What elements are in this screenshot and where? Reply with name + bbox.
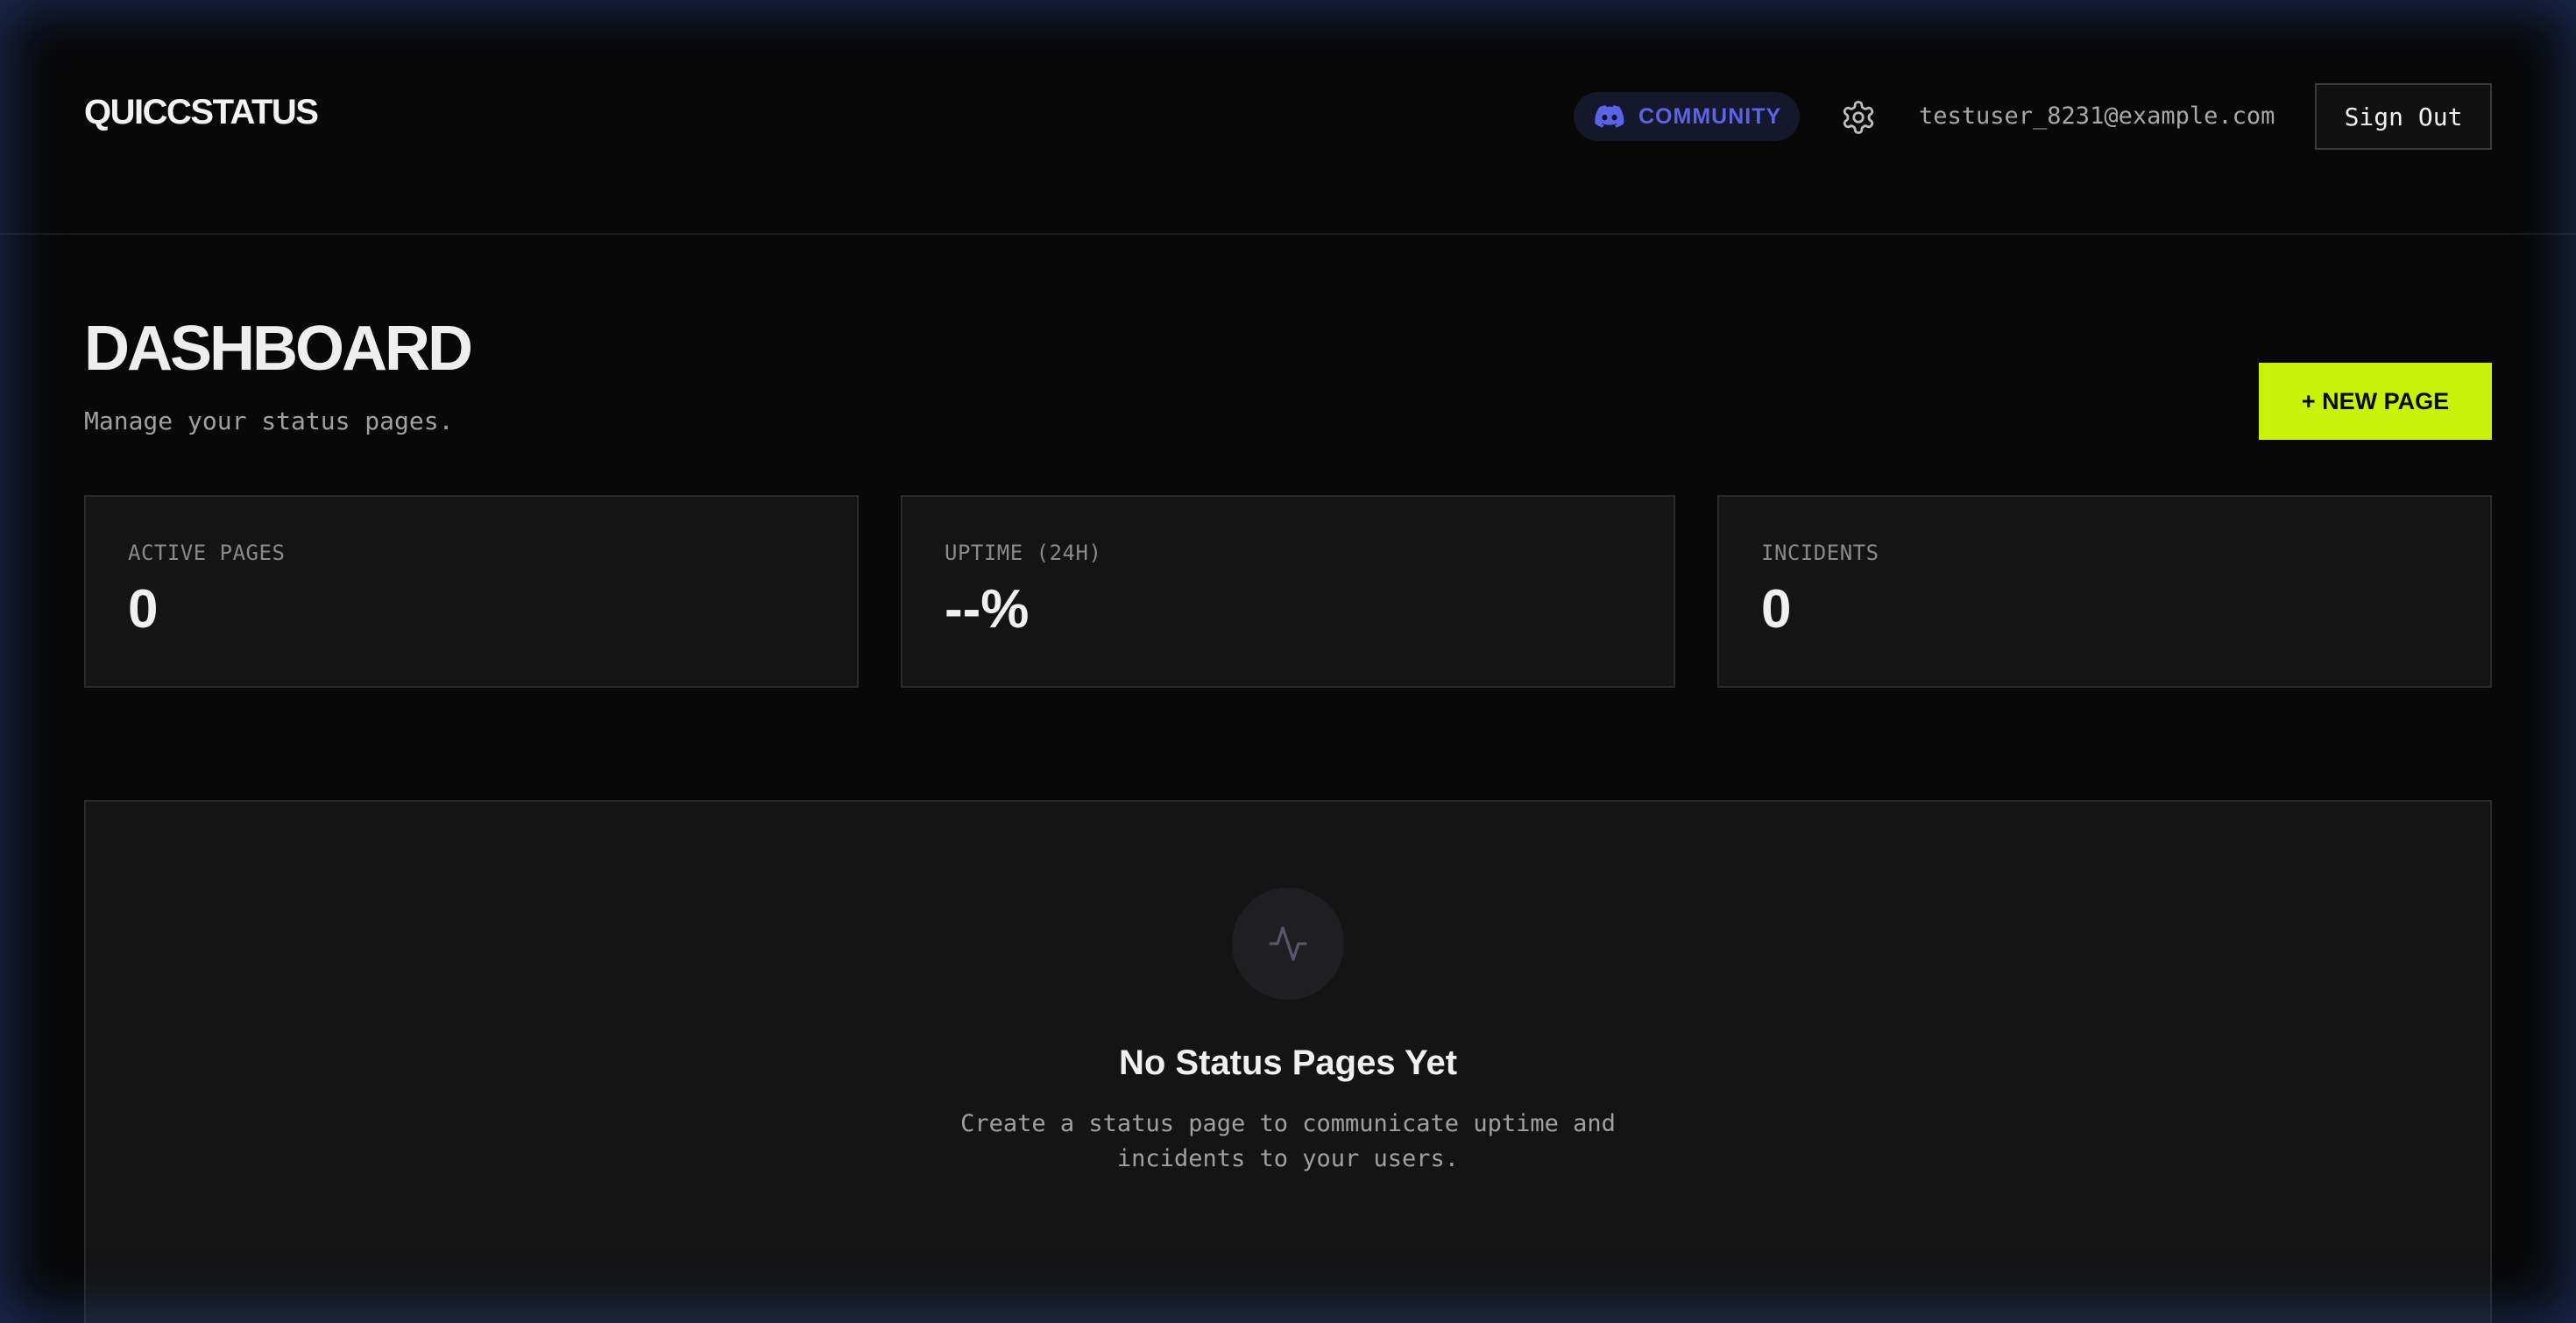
stat-card-uptime: UPTIME (24H) --%	[901, 495, 1675, 688]
stat-label: INCIDENTS	[1761, 541, 1879, 565]
empty-state-title: No Status Pages Yet	[1118, 1044, 1458, 1082]
page-subtitle: Manage your status pages.	[84, 407, 454, 435]
community-button[interactable]: COMMUNITY	[1574, 92, 1800, 141]
app-window: QUICCSTATUS COMMUNITY testuser_8231@exam…	[0, 0, 2576, 1323]
empty-state-text: Create a status page to communicate upti…	[960, 1110, 1616, 1172]
brand-logo[interactable]: QUICCSTATUS	[84, 93, 319, 132]
discord-icon	[1595, 105, 1624, 128]
stat-card-incidents: INCIDENTS 0	[1717, 495, 2492, 688]
stat-label: ACTIVE PAGES	[128, 541, 286, 565]
top-header: QUICCSTATUS COMMUNITY testuser_8231@exam…	[0, 0, 2576, 235]
empty-state-panel: No Status Pages Yet Create a status page…	[84, 800, 2492, 1323]
stat-value: 0	[128, 579, 159, 640]
activity-icon	[1269, 926, 1307, 961]
new-page-button[interactable]: + NEW PAGE	[2259, 363, 2492, 440]
stat-value: 0	[1761, 579, 1792, 640]
page-title: DASHBOARD	[84, 314, 473, 384]
stat-value: --%	[945, 579, 1030, 640]
stat-label: UPTIME (24H)	[945, 541, 1102, 565]
community-label: COMMUNITY	[1638, 103, 1782, 129]
stat-card-active-pages: ACTIVE PAGES 0	[84, 495, 859, 688]
user-email: testuser_8231@example.com	[1919, 103, 2275, 130]
empty-state-icon-circle	[1232, 888, 1344, 1000]
sign-out-button[interactable]: Sign Out	[2315, 83, 2492, 150]
gear-icon[interactable]	[1840, 99, 1877, 136]
